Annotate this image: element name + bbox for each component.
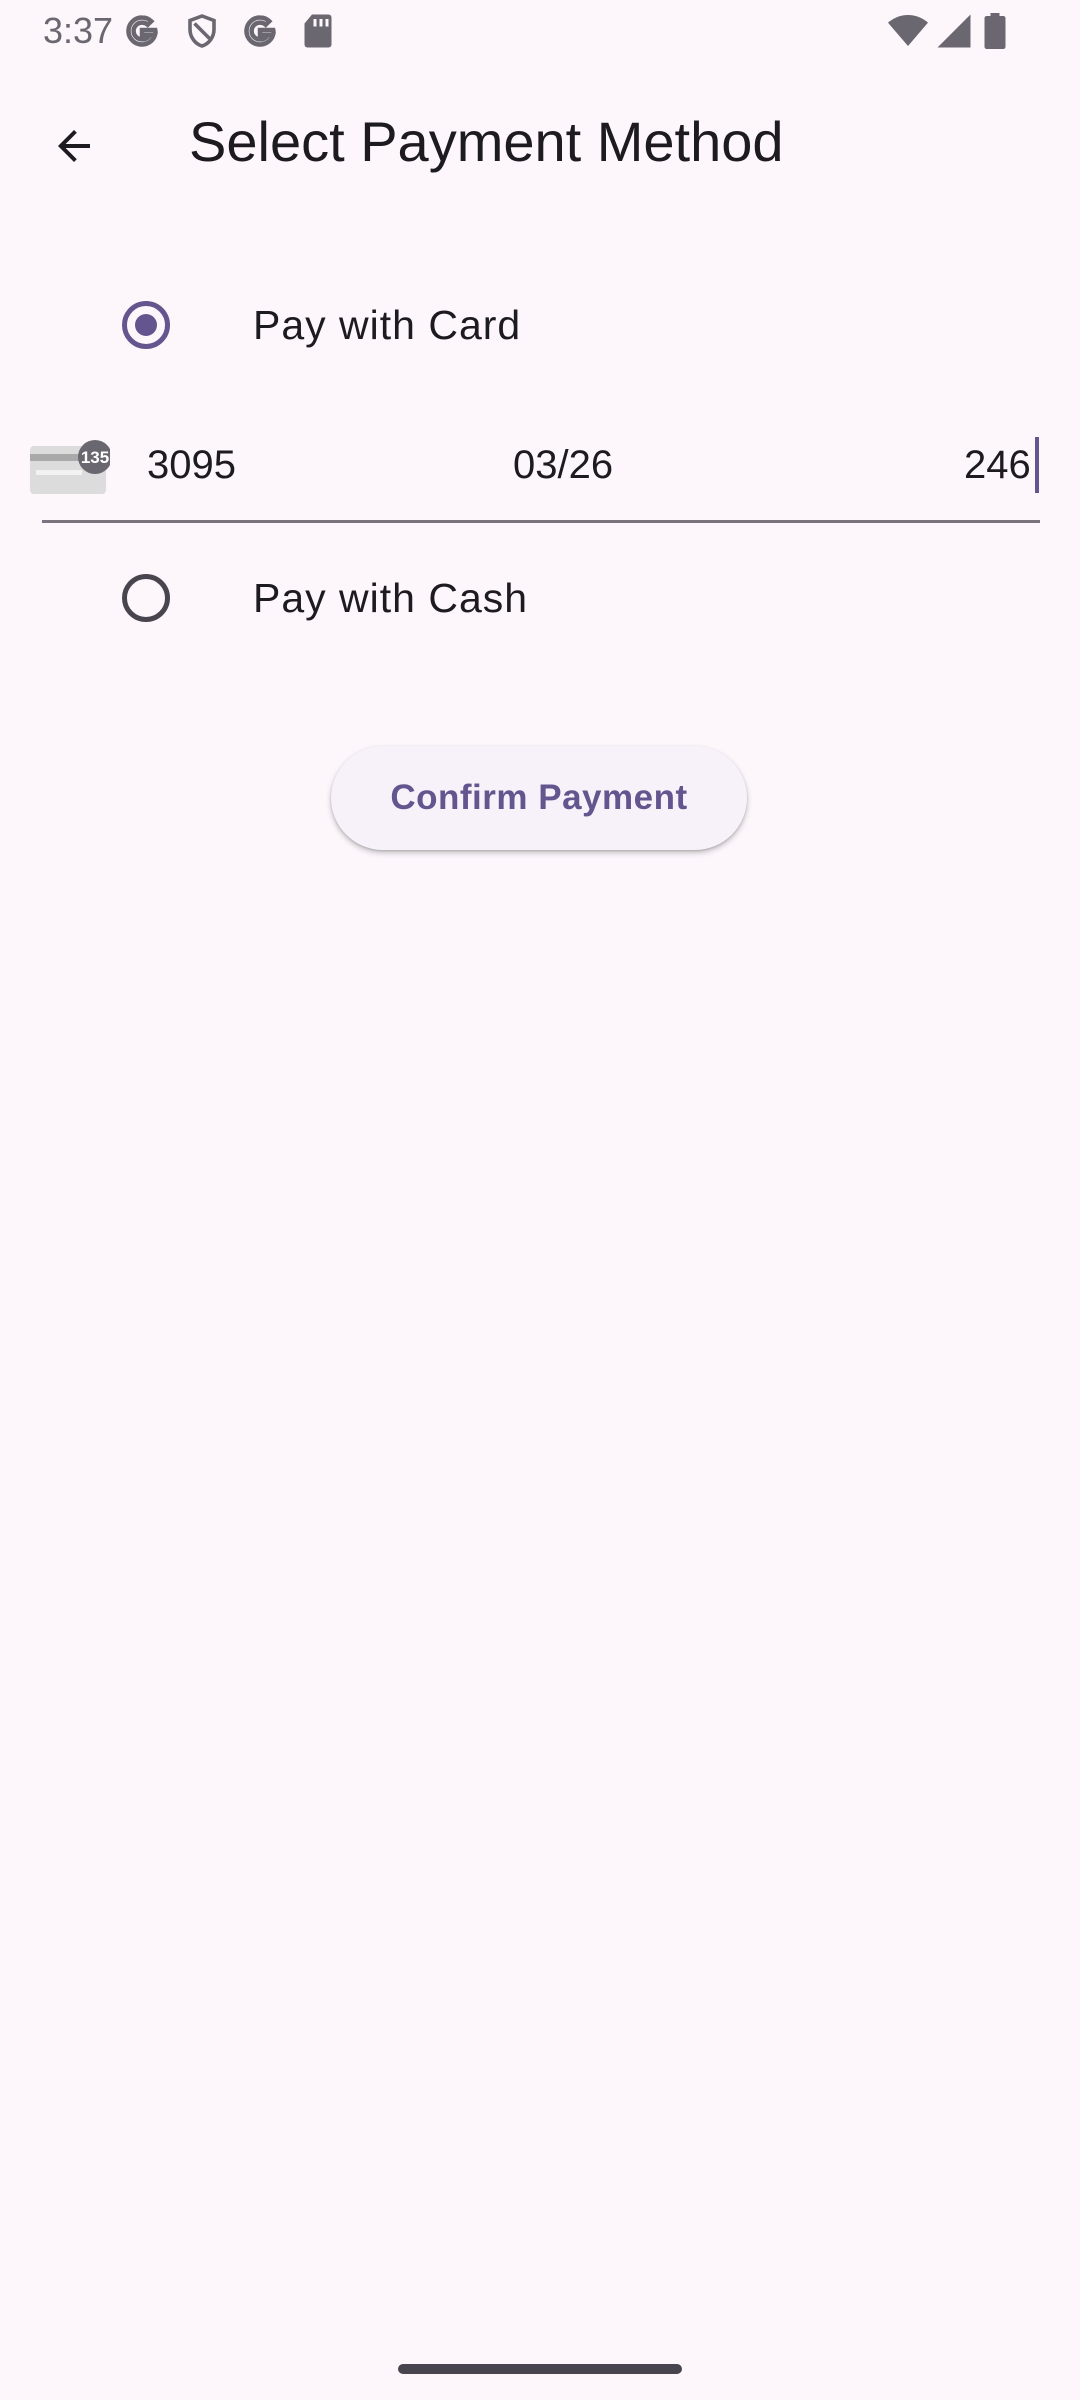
sd-card-icon bbox=[304, 14, 332, 48]
pay-with-card-option[interactable]: Pay with Card bbox=[0, 270, 1080, 380]
back-button[interactable] bbox=[32, 104, 116, 188]
wifi-icon bbox=[888, 15, 928, 46]
pay-with-cash-radio[interactable] bbox=[122, 574, 170, 622]
top-app-bar: Select Payment Method bbox=[0, 64, 1080, 208]
card-input-underline bbox=[42, 520, 1040, 523]
confirm-payment-button[interactable]: Confirm Payment bbox=[331, 746, 747, 850]
cell-signal-icon bbox=[937, 14, 971, 48]
google-icon bbox=[244, 15, 276, 47]
card-input-field[interactable]: 135 3095 03/26 246 bbox=[30, 420, 1040, 524]
expiry-date-field[interactable]: 03/26 bbox=[513, 440, 613, 490]
arrow-back-icon bbox=[58, 130, 90, 162]
text-cursor bbox=[1035, 437, 1039, 493]
cvc-field[interactable]: 246 bbox=[964, 440, 1031, 490]
pay-with-cash-label: Pay with Cash bbox=[253, 575, 529, 621]
google-icon bbox=[126, 15, 158, 47]
generic-card-icon: 135 bbox=[30, 440, 110, 494]
gesture-nav-handle[interactable] bbox=[398, 2364, 682, 2374]
pay-with-cash-option[interactable]: Pay with Cash bbox=[0, 543, 1080, 653]
battery-icon bbox=[984, 13, 1006, 49]
shield-icon bbox=[188, 14, 216, 48]
status-bar: 3:37 bbox=[0, 0, 1080, 64]
pay-with-card-label: Pay with Card bbox=[253, 302, 522, 348]
card-number-field[interactable]: 3095 bbox=[147, 440, 236, 490]
page-title: Select Payment Method bbox=[189, 110, 784, 173]
pay-with-card-radio[interactable] bbox=[122, 301, 170, 349]
card-brand-badge: 135 bbox=[81, 448, 109, 467]
payment-method-screen: 3:37 Select Payment Method Pay with Card… bbox=[0, 0, 1080, 2400]
status-time: 3:37 bbox=[43, 10, 114, 51]
